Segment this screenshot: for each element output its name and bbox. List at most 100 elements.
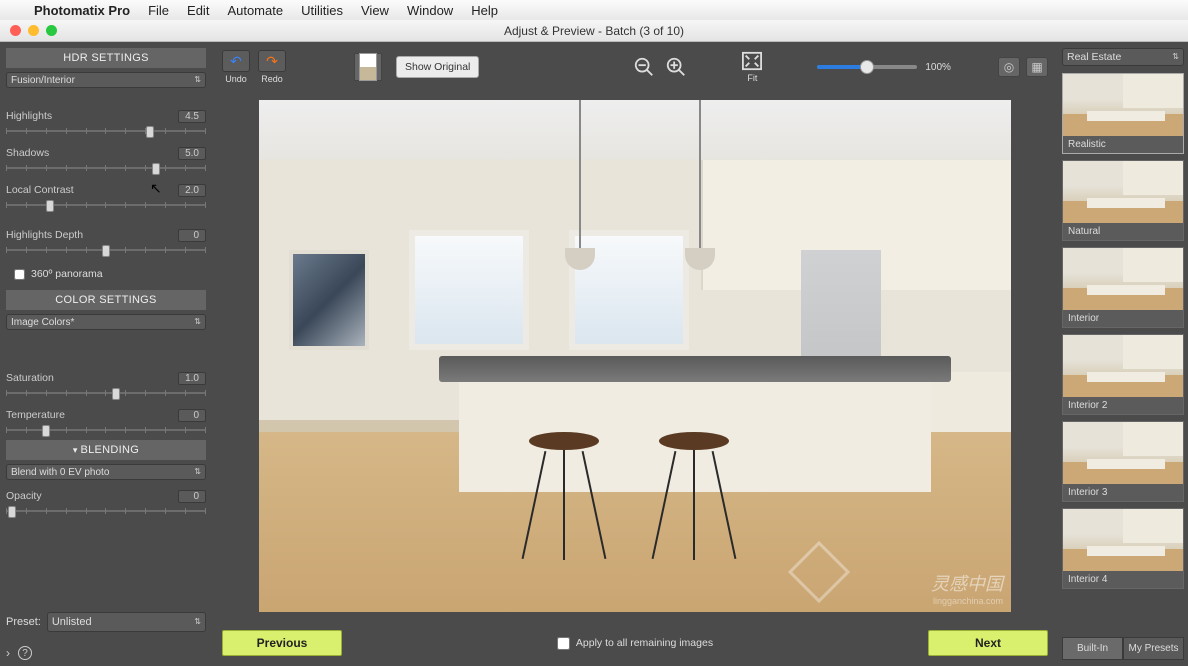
panorama-checkbox[interactable]: [14, 269, 25, 280]
zoom-slider[interactable]: 100%: [817, 62, 951, 73]
expand-icon[interactable]: ›: [6, 646, 10, 660]
next-button[interactable]: Next: [928, 630, 1048, 656]
grid-view-button[interactable]: ▦: [1026, 57, 1048, 77]
highlights-depth-value[interactable]: 0: [178, 229, 206, 242]
image-colors-value: Image Colors*: [11, 317, 74, 328]
window-title: Adjust & Preview - Batch (3 of 10): [0, 24, 1188, 38]
dropdown-arrows-icon: ⇅: [194, 77, 201, 83]
shadows-label: Shadows: [6, 147, 49, 160]
blending-header[interactable]: BLENDING: [6, 440, 206, 460]
preset-dropdown[interactable]: Unlisted ⇅: [47, 612, 206, 632]
menu-view[interactable]: View: [361, 3, 389, 18]
method-dropdown-value: Fusion/Interior: [11, 75, 75, 86]
preset-list[interactable]: Realistic Natural Interior Interior 2 Interi…: [1062, 73, 1184, 632]
preview-area: 灵感中国 lingganchina.com: [212, 92, 1058, 620]
local-contrast-slider[interactable]: [6, 199, 206, 211]
method-dropdown[interactable]: Fusion/Interior ⇅: [6, 72, 206, 88]
dropdown-arrows-icon: ⇅: [194, 469, 201, 475]
saturation-slider[interactable]: [6, 387, 206, 399]
fit-button[interactable]: Fit: [741, 51, 763, 83]
local-contrast-label: Local Contrast: [6, 184, 74, 197]
shadows-slider[interactable]: [6, 162, 206, 174]
panorama-checkbox-row[interactable]: 360º panorama: [14, 268, 206, 280]
settings-panel: HDR SETTINGS Fusion/Interior ⇅ Highlight…: [0, 42, 212, 666]
highlights-depth-slider[interactable]: [6, 244, 206, 256]
zoom-out-icon[interactable]: [633, 56, 655, 78]
color-settings-header: COLOR SETTINGS: [6, 290, 206, 310]
undo-button[interactable]: ↶ Undo: [222, 50, 250, 84]
zoom-in-icon[interactable]: [665, 56, 687, 78]
opacity-slider[interactable]: [6, 505, 206, 517]
previous-button[interactable]: Previous: [222, 630, 342, 656]
builtin-tab[interactable]: Built-In: [1062, 637, 1123, 660]
zoom-percentage: 100%: [925, 62, 951, 73]
shadows-value[interactable]: 5.0: [178, 147, 206, 160]
preset-thumbnail: [1063, 335, 1183, 397]
opacity-label: Opacity: [6, 490, 42, 503]
help-icon[interactable]: ?: [18, 646, 32, 660]
temperature-value[interactable]: 0: [178, 409, 206, 422]
app-name[interactable]: Photomatix Pro: [34, 3, 130, 18]
local-contrast-value[interactable]: 2.0: [178, 184, 206, 197]
show-original-button[interactable]: Show Original: [396, 56, 479, 78]
fit-icon: [741, 51, 763, 71]
menu-edit[interactable]: Edit: [187, 3, 209, 18]
preview-image[interactable]: 灵感中国 lingganchina.com: [259, 100, 1011, 612]
menu-help[interactable]: Help: [471, 3, 498, 18]
opacity-value[interactable]: 0: [178, 490, 206, 503]
preset-thumbnail: [1063, 248, 1183, 310]
center-panel: ↶ Undo ↷ Redo Show Original Fit: [212, 42, 1058, 666]
blend-with-dropdown[interactable]: Blend with 0 EV photo ⇅: [6, 464, 206, 480]
preset-thumbnail: [1063, 422, 1183, 484]
blend-with-value: Blend with 0 EV photo: [11, 467, 109, 478]
preset-item[interactable]: Realistic: [1062, 73, 1184, 154]
temperature-label: Temperature: [6, 409, 65, 422]
temperature-slider[interactable]: [6, 424, 206, 436]
menu-file[interactable]: File: [148, 3, 169, 18]
preset-item[interactable]: Interior 2: [1062, 334, 1184, 415]
saturation-label: Saturation: [6, 372, 54, 385]
highlights-label: Highlights: [6, 110, 52, 123]
redo-icon: ↷: [266, 53, 278, 70]
saturation-value[interactable]: 1.0: [178, 372, 206, 385]
exposure-icon: [359, 53, 377, 81]
menu-window[interactable]: Window: [407, 3, 453, 18]
preset-label: Preset:: [6, 616, 41, 628]
apply-all-label: Apply to all remaining images: [576, 637, 713, 649]
preset-category-value: Real Estate: [1067, 51, 1121, 63]
window-titlebar: Adjust & Preview - Batch (3 of 10): [0, 20, 1188, 42]
preset-label: Natural: [1063, 223, 1183, 240]
image-colors-dropdown[interactable]: Image Colors* ⇅: [6, 314, 206, 330]
highlights-value[interactable]: 4.5: [178, 110, 206, 123]
preset-label: Interior 3: [1063, 484, 1183, 501]
preset-label: Interior 2: [1063, 397, 1183, 414]
single-view-button[interactable]: ◎: [998, 57, 1020, 77]
dropdown-arrows-icon: ⇅: [194, 619, 201, 625]
preset-item[interactable]: Interior: [1062, 247, 1184, 328]
apply-all-checkbox[interactable]: [557, 637, 570, 650]
apply-all-checkbox-row[interactable]: Apply to all remaining images: [557, 637, 713, 650]
highlights-slider[interactable]: [6, 125, 206, 137]
presets-panel: Real Estate ⇅ Realistic Natural Interior In…: [1058, 42, 1188, 666]
preset-item[interactable]: Interior 4: [1062, 508, 1184, 589]
exposure-selector[interactable]: [354, 53, 382, 81]
preset-item[interactable]: Interior 3: [1062, 421, 1184, 502]
redo-label: Redo: [261, 74, 283, 84]
dropdown-arrows-icon: ⇅: [1172, 54, 1179, 60]
menu-utilities[interactable]: Utilities: [301, 3, 343, 18]
preset-label: Interior 4: [1063, 571, 1183, 588]
preset-label: Realistic: [1063, 136, 1183, 153]
menu-automate[interactable]: Automate: [227, 3, 283, 18]
fit-label: Fit: [747, 73, 757, 83]
dropdown-arrows-icon: ⇅: [194, 319, 201, 325]
preset-thumbnail: [1063, 161, 1183, 223]
undo-icon: ↶: [230, 53, 242, 70]
macos-menubar: Photomatix Pro File Edit Automate Utilit…: [0, 0, 1188, 20]
hdr-settings-header: HDR SETTINGS: [6, 48, 206, 68]
preset-item[interactable]: Natural: [1062, 160, 1184, 241]
preset-category-dropdown[interactable]: Real Estate ⇅: [1062, 48, 1184, 66]
highlights-depth-label: Highlights Depth: [6, 229, 83, 242]
watermark: 灵感中国 lingganchina.com: [931, 570, 1003, 606]
redo-button[interactable]: ↷ Redo: [258, 50, 286, 84]
my-presets-tab[interactable]: My Presets: [1123, 637, 1184, 660]
